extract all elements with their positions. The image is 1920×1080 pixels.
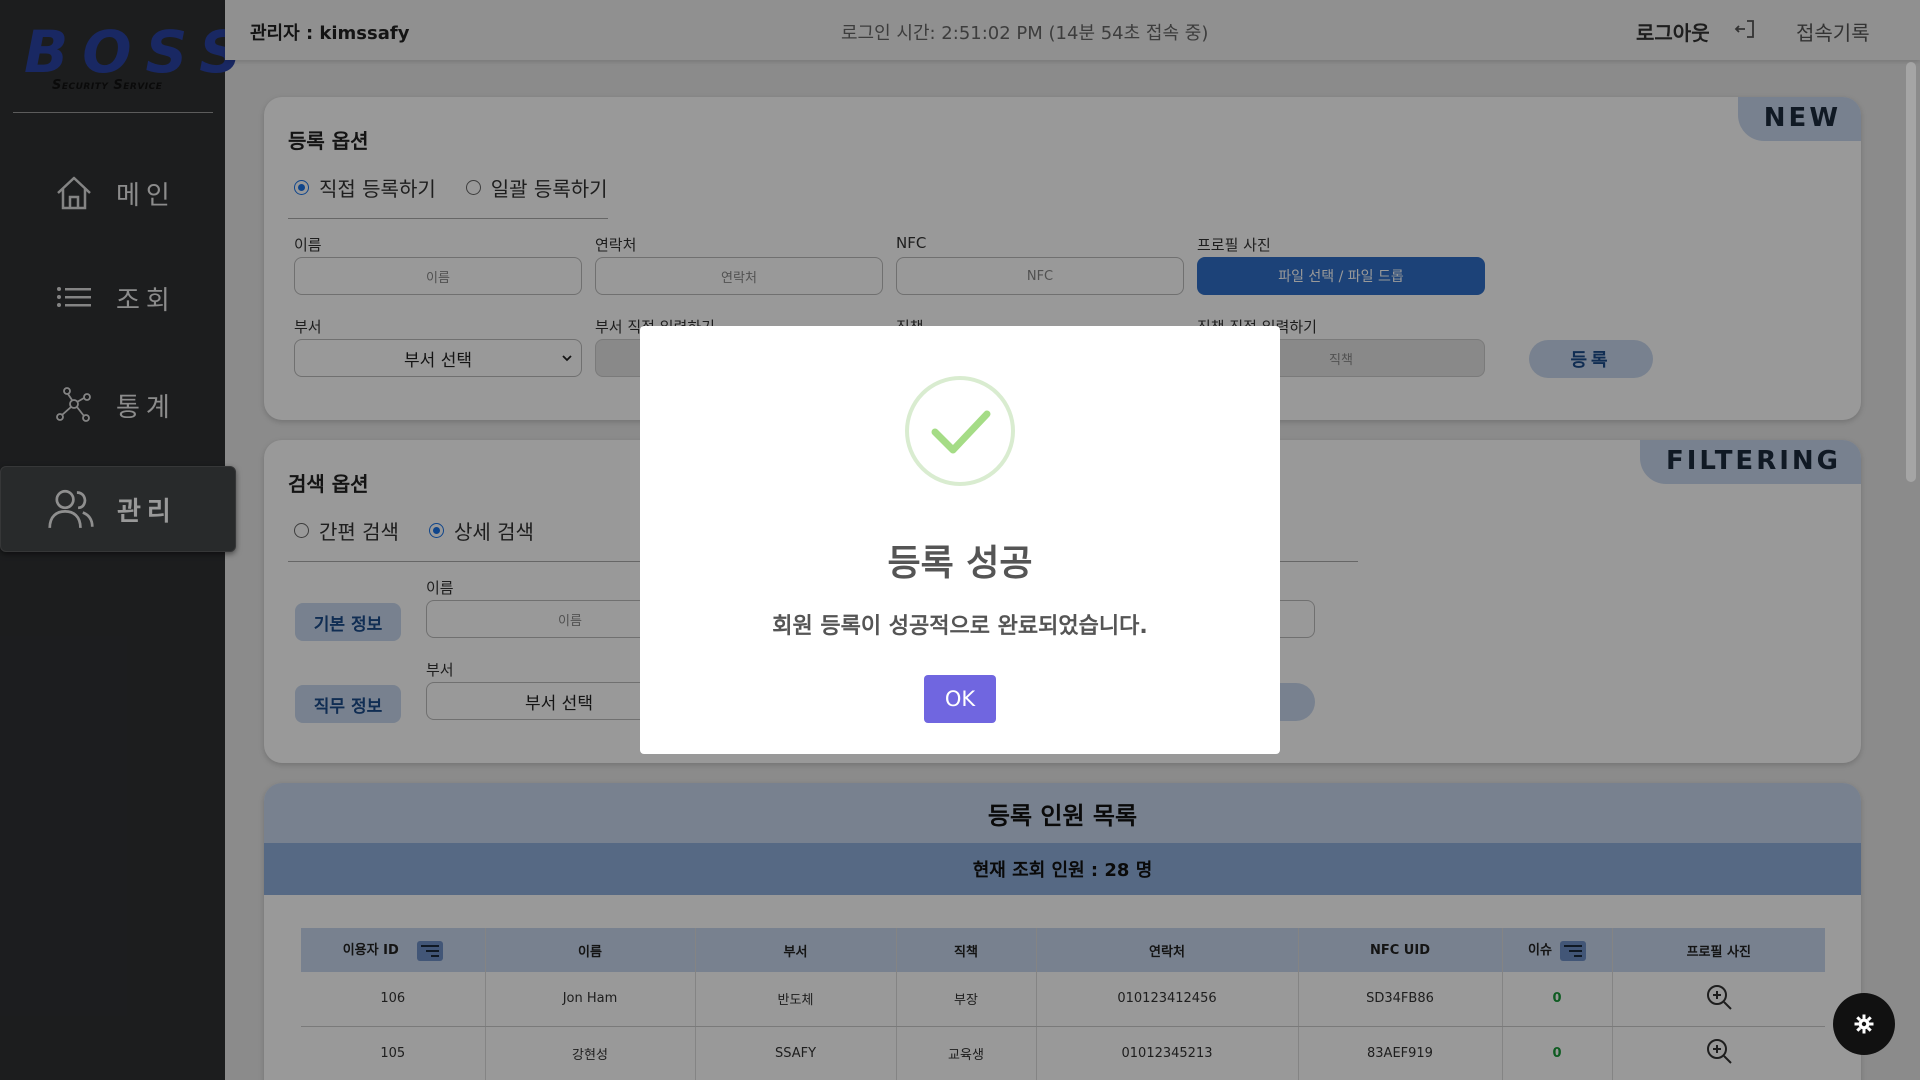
settings-button[interactable] (1833, 993, 1895, 1055)
success-dialog: 등록 성공 회원 등록이 성공적으로 완료되었습니다. OK (640, 326, 1280, 754)
dialog-message: 회원 등록이 성공적으로 완료되었습니다. (772, 614, 1148, 639)
page-scrollbar[interactable] (1906, 62, 1916, 482)
ok-button[interactable]: OK (924, 675, 996, 723)
dialog-title: 등록 성공 (887, 543, 1033, 584)
success-check-icon (905, 376, 1015, 486)
gear-icon (1854, 1014, 1874, 1034)
